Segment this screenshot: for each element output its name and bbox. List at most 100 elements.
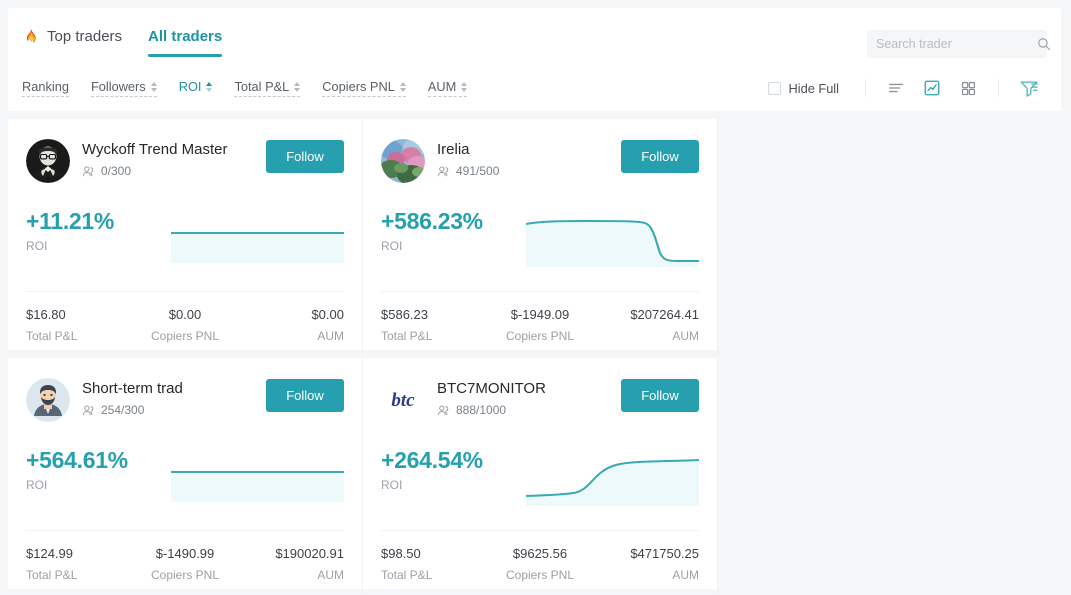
stat-label: Copiers PNL [150,568,220,582]
stat-aum: $471750.25 AUM [593,545,699,582]
stat-value: $190020.91 [275,546,344,561]
roi-sparkline [526,211,699,273]
list-view-icon[interactable] [886,78,906,98]
trader-card-header: Short-term trad 254/300 Follow [26,378,344,424]
sort-arrows-icon[interactable] [206,82,213,92]
stat-label: Total P&L [381,329,433,343]
stat-value: $586.23 [381,307,428,322]
trader-card[interactable]: btc BTC7MONITOR 888/1000 Follow +264.54%… [363,358,718,595]
followers-text: 888/1000 [456,403,507,417]
traders-grid: Wyckoff Trend Master 0/300 Follow +11.21… [8,119,1071,595]
stat-total-pnl: $124.99 Total P&L [26,545,132,582]
filter-followers[interactable]: Followers [90,79,157,97]
avatar[interactable] [381,139,425,183]
follow-button[interactable]: Follow [266,140,344,173]
roi-value: +11.21% [26,208,115,234]
roi-sparkline [171,211,344,273]
stat-value: $-1490.99 [155,546,215,561]
avatar-wrapper[interactable] [26,139,70,183]
sort-arrows-icon[interactable] [399,82,406,92]
filter-row: Ranking Followers ROI Total P&L Copiers … [8,65,1061,111]
trader-card-header: Wyckoff Trend Master 0/300 Follow [26,139,344,185]
stats-row: $586.23 Total P&L $-1949.09 Copiers PNL … [381,306,699,343]
filter-total-pnl[interactable]: Total P&L [234,79,301,97]
filter-ranking-label: Ranking [22,79,69,94]
people-icon [82,165,95,178]
grid-view-icon[interactable] [958,78,978,98]
roi-sparkline [526,450,699,512]
trader-identity: Irelia 491/500 [437,139,621,178]
follow-button[interactable]: Follow [621,140,699,173]
tab-top-traders[interactable]: Top traders [22,8,122,65]
avatar-wrapper[interactable]: btc [381,378,425,422]
followers-count: 0/300 [82,164,266,178]
followers-count: 888/1000 [437,403,621,417]
follow-button[interactable]: Follow [621,379,699,412]
stat-value: $0.00 [168,307,202,322]
filter-aum[interactable]: AUM [427,79,468,97]
stat-label: AUM [317,329,344,343]
search-icon[interactable] [1037,37,1051,51]
trader-card-header: Irelia 491/500 Follow [381,139,699,185]
search-trader-box[interactable] [867,30,1051,58]
filter-group: Ranking Followers ROI Total P&L Copiers … [22,79,468,97]
roi-value: +264.54% [381,447,483,473]
trader-identity: Short-term trad 254/300 [82,378,266,417]
search-input[interactable] [876,37,1037,51]
stat-total-pnl: $16.80 Total P&L [26,306,132,343]
filter-ranking[interactable]: Ranking [22,79,69,97]
people-icon [82,404,95,417]
avatar[interactable] [26,378,70,422]
header-panel: Top traders All traders Ranking [8,8,1061,111]
roi-value: +586.23% [381,208,483,234]
trader-name: Irelia [437,141,470,158]
trader-card[interactable]: Short-term trad 254/300 Follow +564.61% … [8,358,363,595]
stat-aum: $207264.41 AUM [593,306,699,343]
trader-identity: BTC7MONITOR 888/1000 [437,378,621,417]
hide-full-toggle[interactable]: Hide Full [767,80,840,96]
roi-block: +586.23% ROI [381,207,526,253]
roi-section: +11.21% ROI [26,207,344,285]
sort-arrows-icon[interactable] [294,82,301,92]
stat-aum: $0.00 AUM [238,306,344,343]
stat-value: $207264.41 [630,307,699,322]
avatar-wrapper[interactable] [26,378,70,422]
roi-label: ROI [381,239,403,253]
followers-text: 491/500 [456,164,500,178]
filter-total-pnl-label: Total P&L [234,79,290,94]
followers-text: 0/300 [101,164,132,178]
filter-icon[interactable] [1019,78,1039,98]
card-divider [381,530,699,531]
avatar[interactable] [26,139,70,183]
filter-roi-label: ROI [178,79,202,94]
followers-count: 491/500 [437,164,621,178]
stats-row: $124.99 Total P&L $-1490.99 Copiers PNL … [26,545,344,582]
stat-label: AUM [672,329,699,343]
filter-roi[interactable]: ROI [179,79,213,97]
hide-full-label: Hide Full [788,80,840,96]
stat-value: $-1949.09 [510,307,570,322]
filter-copiers-pnl[interactable]: Copiers PNL [322,79,406,97]
trader-card[interactable]: Wyckoff Trend Master 0/300 Follow +11.21… [8,119,363,358]
roi-label: ROI [26,478,48,492]
sort-arrows-icon[interactable] [150,82,157,92]
stat-value: $124.99 [26,546,73,561]
chart-view-icon[interactable] [922,78,942,98]
hide-full-checkbox[interactable] [767,81,781,95]
followers-count: 254/300 [82,403,266,417]
sort-arrows-icon[interactable] [461,82,468,92]
traders-page: Top traders All traders Ranking [0,0,1071,595]
avatar[interactable]: btc [381,378,425,422]
stat-copiers-pnl: $-1490.99 Copiers PNL [132,545,238,582]
follow-button[interactable]: Follow [266,379,344,412]
card-divider [381,291,699,292]
view-tools: Hide Full [767,78,1048,98]
avatar-wrapper[interactable] [381,139,425,183]
stat-label: AUM [317,568,344,582]
roi-section: +586.23% ROI [381,207,699,285]
stat-value: $98.50 [381,546,421,561]
trader-card[interactable]: Irelia 491/500 Follow +586.23% ROI $586.… [363,119,718,358]
stat-label: Total P&L [381,568,433,582]
tab-all-traders[interactable]: All traders [148,8,223,65]
stat-total-pnl: $98.50 Total P&L [381,545,487,582]
